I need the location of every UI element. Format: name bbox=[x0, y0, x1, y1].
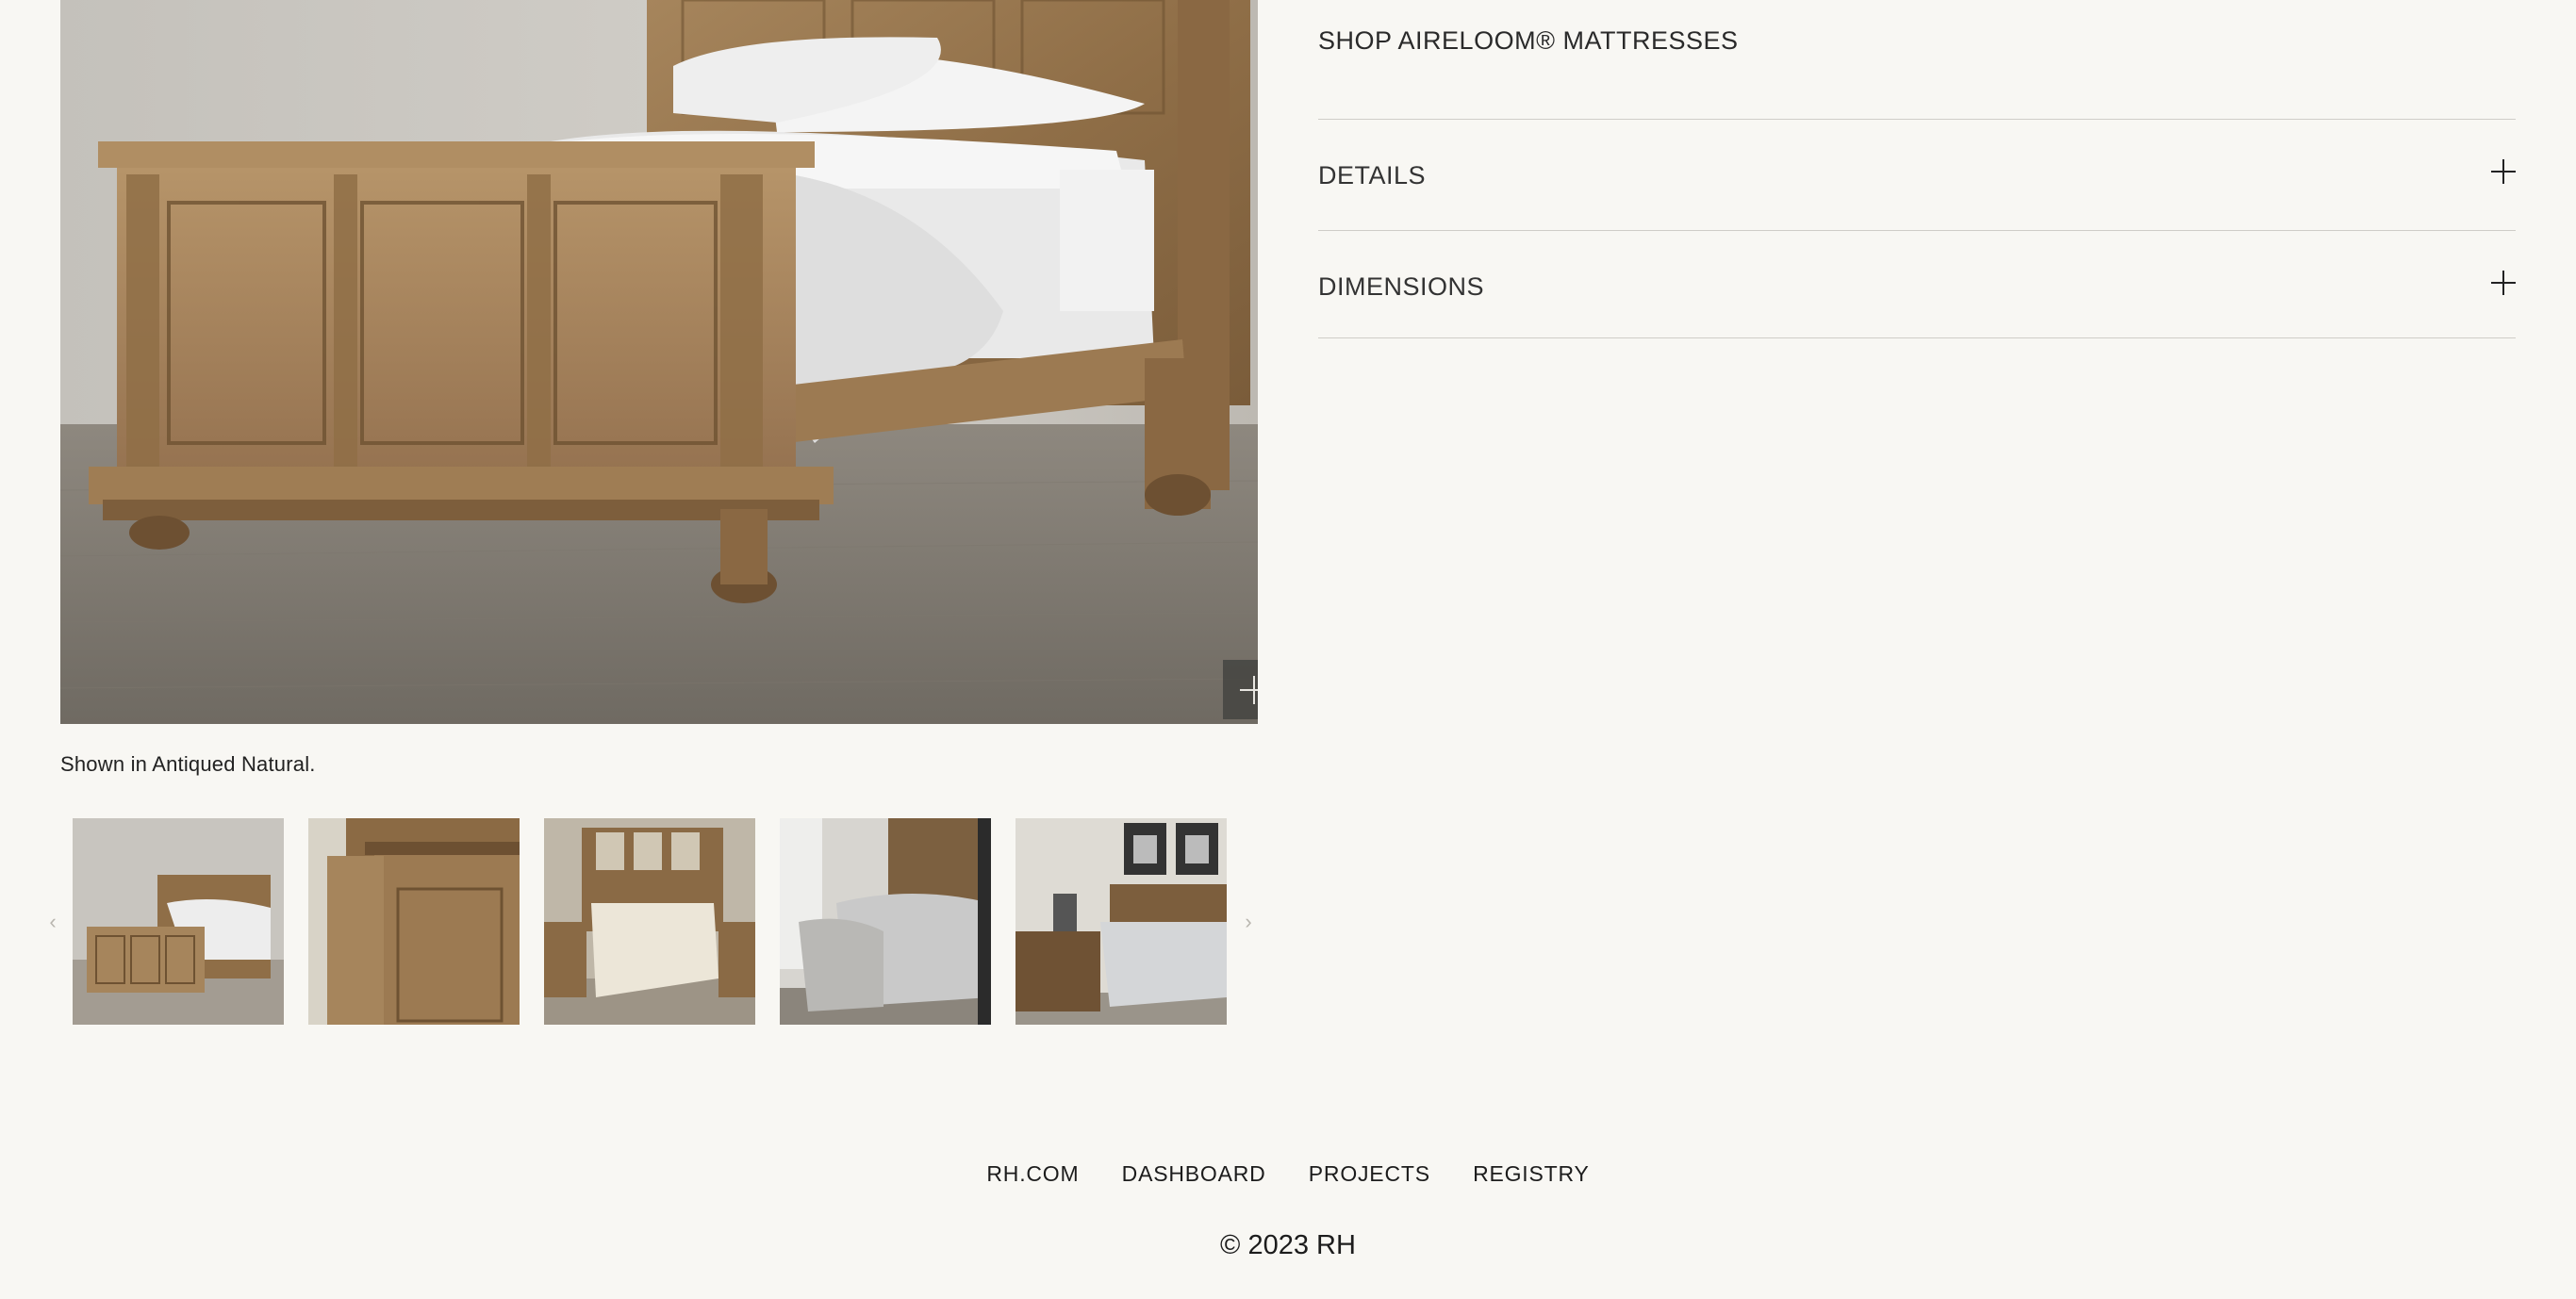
shop-mattresses-link[interactable]: SHOP AIRELOOM® MATTRESSES bbox=[1318, 26, 1739, 56]
footer-nav: RH.COM DASHBOARD PROJECTS REGISTRY bbox=[0, 1161, 2576, 1187]
accordion-details[interactable]: DETAILS bbox=[1318, 119, 2516, 229]
footer-link-registry[interactable]: REGISTRY bbox=[1473, 1161, 1590, 1186]
thumbnail-bed-angled[interactable] bbox=[73, 818, 284, 1025]
image-caption: Shown in Antiqued Natural. bbox=[60, 752, 316, 776]
accordion-dimensions[interactable]: DIMENSIONS bbox=[1318, 230, 2516, 340]
footer-link-projects[interactable]: PROJECTS bbox=[1309, 1161, 1430, 1186]
accordion-details-label: DETAILS bbox=[1318, 161, 1427, 189]
thumbnail-bed-detail[interactable] bbox=[308, 818, 520, 1025]
chevron-right-icon[interactable]: › bbox=[1239, 909, 1258, 935]
accordion-divider bbox=[1318, 337, 2516, 338]
thumbnail-bed-room-grey[interactable] bbox=[780, 818, 991, 1025]
footer-link-rh[interactable]: RH.COM bbox=[986, 1161, 1079, 1186]
bed-illustration bbox=[60, 0, 1258, 724]
thumbnail-bed-room-art[interactable] bbox=[1016, 818, 1227, 1025]
plus-icon bbox=[2491, 271, 2516, 295]
copyright: © 2023 RH bbox=[1220, 1230, 1356, 1260]
thumbnail-carousel: ‹ › bbox=[38, 818, 1263, 1026]
plus-icon bbox=[1239, 675, 1258, 704]
chevron-left-icon[interactable]: ‹ bbox=[43, 909, 62, 935]
product-main-image[interactable] bbox=[60, 0, 1258, 724]
zoom-button[interactable] bbox=[1223, 660, 1258, 719]
footer-link-dashboard[interactable]: DASHBOARD bbox=[1122, 1161, 1266, 1186]
plus-icon bbox=[2491, 159, 2516, 184]
accordion-dimensions-label: DIMENSIONS bbox=[1318, 272, 1485, 301]
thumbnail-bed-room-cream[interactable] bbox=[544, 818, 755, 1025]
